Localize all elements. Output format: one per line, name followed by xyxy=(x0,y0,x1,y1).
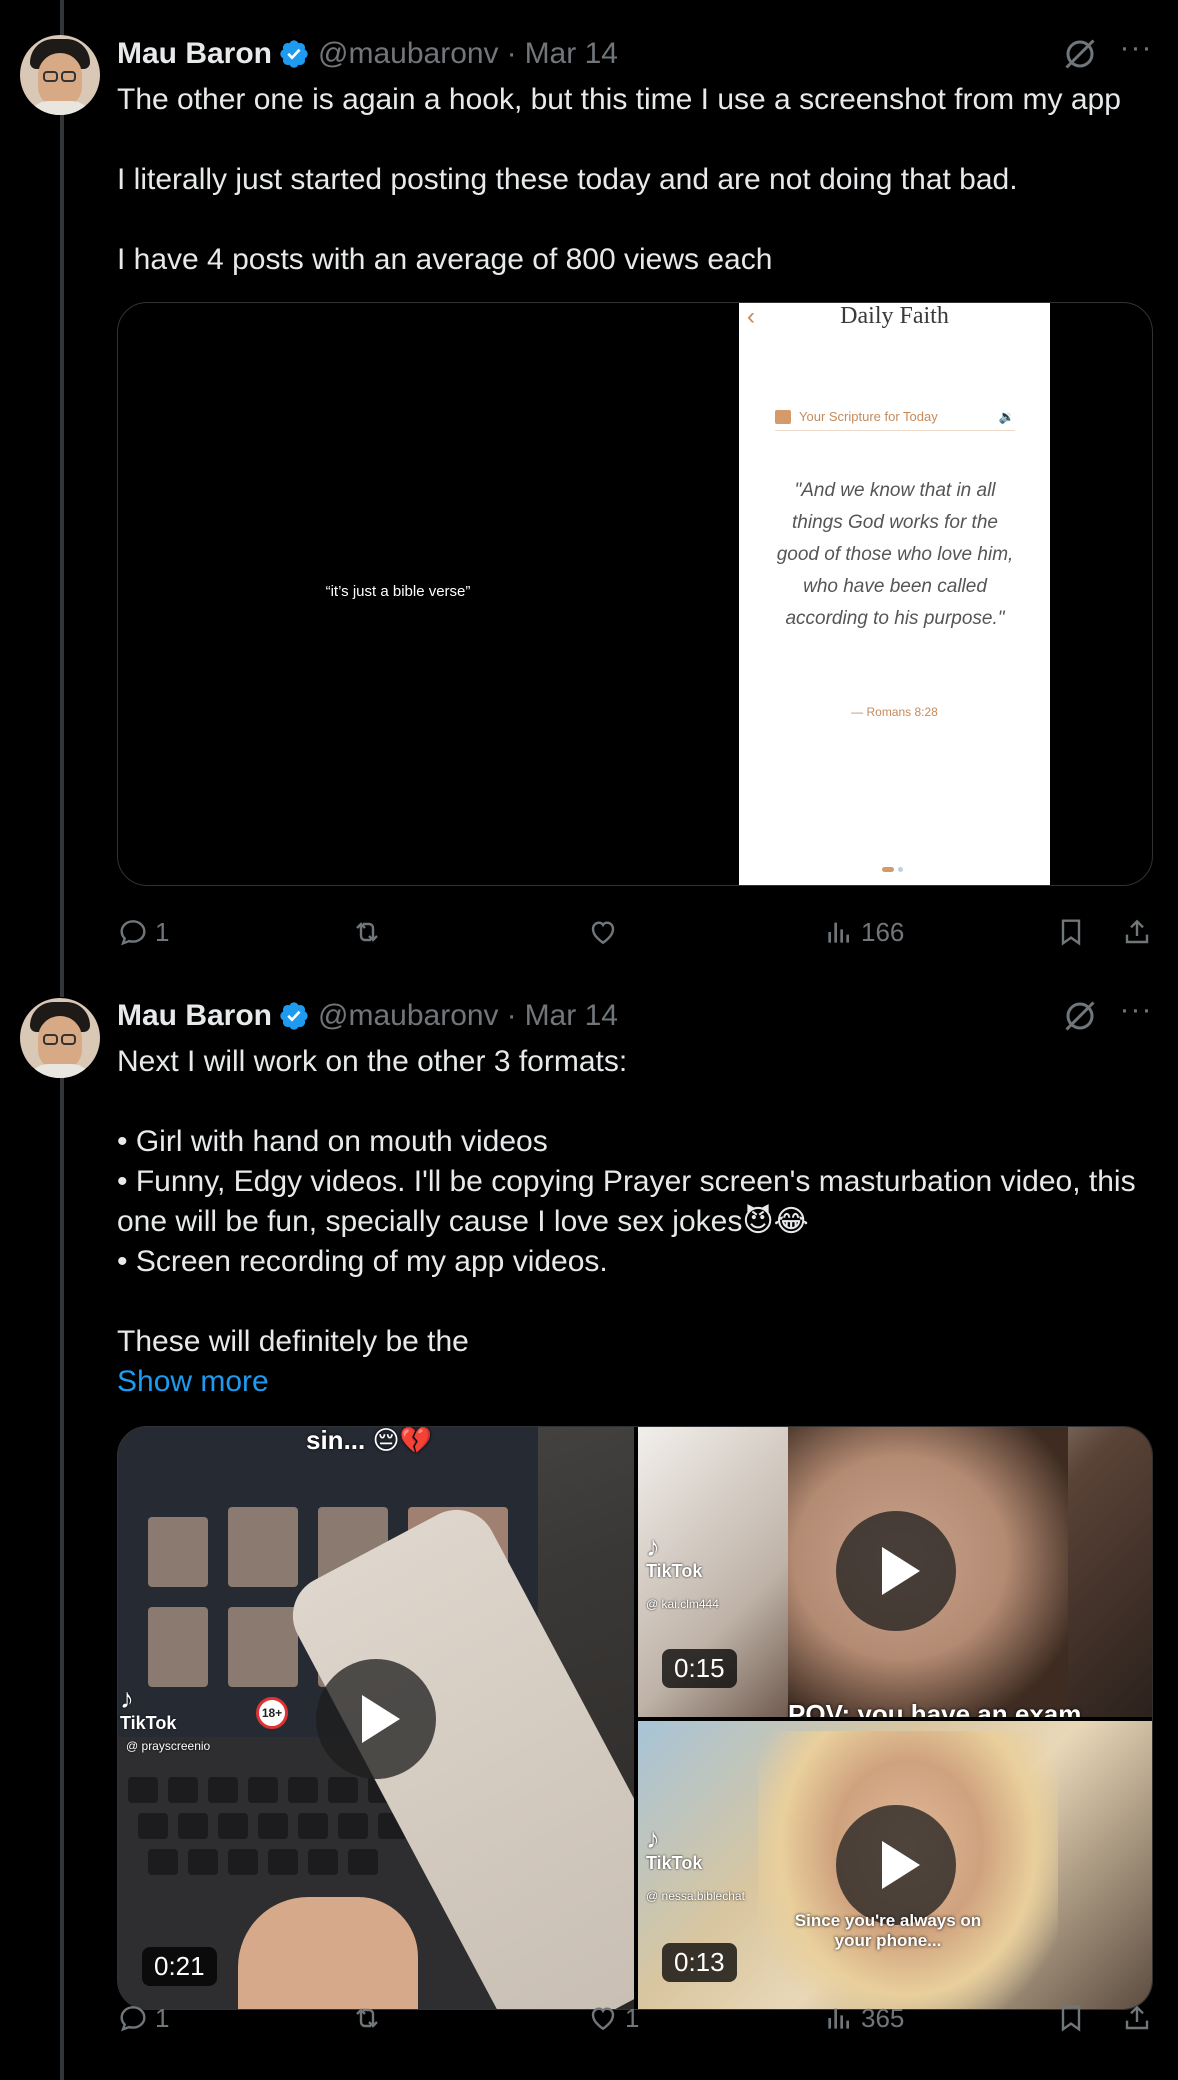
video-duration: 0:21 xyxy=(142,1947,217,1986)
tweet-date[interactable]: Mar 14 xyxy=(525,999,618,1033)
scripture-header: Your Scripture for Today 🔉 xyxy=(775,403,1015,431)
hand xyxy=(238,1897,418,2009)
author-name[interactable]: Mau Baron xyxy=(117,999,272,1033)
scripture-label: Your Scripture for Today xyxy=(799,409,938,424)
text-line: • Screen recording of my app videos. xyxy=(117,1245,608,1278)
repost-icon xyxy=(356,2008,378,2028)
speaker-icon: 🔉 xyxy=(998,408,1015,424)
tiktok-handle: @ prayscreenio xyxy=(126,1739,211,1753)
text-line: These will definitely be the xyxy=(117,1325,469,1358)
share-icon xyxy=(1125,2005,1149,2030)
more-icon[interactable]: ··· xyxy=(1118,995,1154,1034)
views-count: 365 xyxy=(861,2002,905,2033)
author-handle[interactable]: @maubaronv xyxy=(318,999,499,1033)
tweet-header: Mau Baron @maubaronv · Mar 14 xyxy=(117,998,618,1034)
tiktok-label: TikTok xyxy=(646,1853,703,1873)
video-caption: Since you're always on your phone... xyxy=(794,1911,982,1950)
verified-badge-icon xyxy=(280,1002,308,1030)
video-duration: 0:13 xyxy=(662,1943,737,1982)
app-screenshot: ‹ Daily Faith Your Scripture for Today 🔉… xyxy=(739,303,1050,885)
share-button[interactable] xyxy=(1121,2002,1153,2034)
play-icon[interactable] xyxy=(316,1659,436,1779)
reply-button[interactable]: 1 xyxy=(117,916,169,948)
bookmark-button[interactable] xyxy=(1055,916,1087,948)
repost-button[interactable] xyxy=(351,916,389,948)
repost-icon xyxy=(356,922,378,942)
share-icon xyxy=(1125,919,1149,944)
more-icon[interactable]: ··· xyxy=(1118,33,1154,72)
tweet-text: The other one is again a hook, but this … xyxy=(117,80,1157,280)
tiktok-handle: @ kai.clm444 xyxy=(646,1597,719,1611)
reply-count: 1 xyxy=(155,916,170,947)
text-line: Next I will work on the other 3 formats: xyxy=(117,1045,628,1078)
reply-icon xyxy=(120,920,146,946)
views-button[interactable]: 166 xyxy=(823,916,904,948)
tweet-date[interactable]: Mar 14 xyxy=(525,37,618,71)
video-thumbnail[interactable]: sin... 😔💔 ♪ TikTok @ prayscreenio 18+ 0:2… xyxy=(118,1427,634,2009)
page-dots xyxy=(882,867,903,872)
tiktok-icon: ♪ TikTok xyxy=(646,1823,703,1874)
book-icon xyxy=(775,409,791,424)
avatar[interactable] xyxy=(20,998,100,1078)
tiktok-label: TikTok xyxy=(120,1713,177,1733)
text-line: I have 4 posts with an average of 800 vi… xyxy=(117,243,773,276)
like-button[interactable] xyxy=(587,916,625,948)
tiktok-icon: ♪ TikTok xyxy=(646,1531,703,1582)
media-grid: sin... 😔💔 ♪ TikTok @ prayscreenio 18+ 0:2… xyxy=(117,1426,1153,2010)
action-bar: 1 1 365 xyxy=(117,1998,1157,2038)
tiktok-handle: @ nessa.biblechat xyxy=(646,1889,745,1903)
avatar[interactable] xyxy=(20,35,100,115)
tweet-header: Mau Baron @maubaronv · Mar 14 xyxy=(117,36,618,72)
reply-count: 1 xyxy=(155,2002,170,2033)
text-line: I literally just started posting these t… xyxy=(117,163,1018,196)
author-handle[interactable]: @maubaronv xyxy=(318,37,499,71)
separator-dot: · xyxy=(506,37,517,70)
video-caption: sin... 😔💔 xyxy=(306,1427,432,1455)
repost-button[interactable] xyxy=(351,2002,389,2034)
hook-caption: “it’s just a bible verse” xyxy=(325,583,471,600)
verse-reference: — Romans 8:28 xyxy=(851,705,938,719)
reply-button[interactable]: 1 xyxy=(117,2002,169,2034)
author-name[interactable]: Mau Baron xyxy=(117,37,272,71)
bookmark-icon xyxy=(1061,919,1081,946)
text-line: • Girl with hand on mouth videos xyxy=(117,1125,548,1158)
bookmark-icon xyxy=(1061,2005,1081,2032)
share-button[interactable] xyxy=(1121,916,1153,948)
video-caption: POV: you have an exam xyxy=(788,1699,1082,1717)
media-image[interactable]: “it’s just a bible verse” ‹ Daily Faith … xyxy=(117,302,1153,886)
play-icon[interactable] xyxy=(836,1511,956,1631)
bookmark-button[interactable] xyxy=(1055,2002,1087,2034)
show-more-link[interactable]: Show more xyxy=(117,1362,1157,1402)
text-line: • Funny, Edgy videos. I'll be copying Pr… xyxy=(117,1165,1136,1238)
play-icon[interactable] xyxy=(836,1805,956,1925)
views-icon xyxy=(828,2008,849,2029)
video-duration: 0:15 xyxy=(662,1649,737,1688)
action-bar: 1 166 xyxy=(117,912,1157,952)
like-icon xyxy=(591,2007,615,2031)
separator-dot: · xyxy=(506,999,517,1032)
app-title: Daily Faith xyxy=(840,303,949,329)
video-thumbnail[interactable]: ♪ TikTok @ nessa.biblechat Since you're a… xyxy=(638,1721,1152,2009)
grok-icon[interactable] xyxy=(1062,36,1098,72)
like-button[interactable]: 1 xyxy=(587,2002,639,2034)
tweet-text: Next I will work on the other 3 formats:… xyxy=(117,1042,1157,1402)
video-thumbnail[interactable]: ♪ TikTok @ kai.clm444 0:15 POV: you have … xyxy=(638,1427,1152,1717)
tiktok-icon: ♪ TikTok xyxy=(120,1683,177,1734)
grok-icon[interactable] xyxy=(1062,998,1098,1034)
verified-badge-icon xyxy=(280,40,308,68)
age-badge: 18+ xyxy=(256,1697,288,1729)
like-icon xyxy=(591,921,615,945)
tweet[interactable]: Mau Baron @maubaronv · Mar 14 ··· The ot… xyxy=(0,0,1178,980)
tiktok-label: TikTok xyxy=(646,1561,703,1581)
views-icon xyxy=(828,922,849,943)
views-button[interactable]: 365 xyxy=(823,2002,904,2034)
verse-text: "And we know that in all things God work… xyxy=(776,480,1014,629)
reply-icon xyxy=(120,2006,146,2032)
views-count: 166 xyxy=(861,916,905,947)
text-line: The other one is again a hook, but this … xyxy=(117,83,1121,116)
tweet[interactable]: Mau Baron @maubaronv · Mar 14 ··· Next I… xyxy=(0,962,1178,2080)
like-count: 1 xyxy=(625,2002,640,2033)
